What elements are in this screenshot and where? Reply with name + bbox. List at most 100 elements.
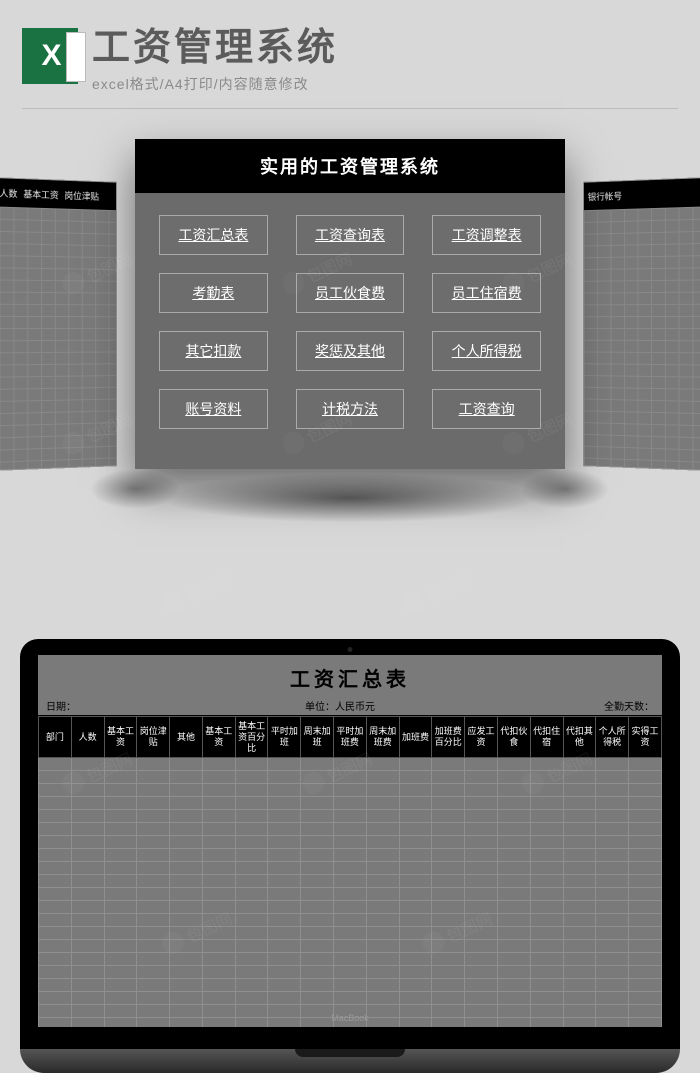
table-col-header: 基本工资百分比 <box>235 717 268 758</box>
table-cell <box>530 940 563 953</box>
menu-btn-taxmethod[interactable]: 计税方法 <box>296 389 405 429</box>
table-cell <box>104 940 137 953</box>
menu-btn-account[interactable]: 账号资料 <box>159 389 268 429</box>
table-cell <box>104 901 137 914</box>
menu-btn-deduction[interactable]: 其它扣款 <box>159 331 268 371</box>
table-cell <box>563 771 596 784</box>
table-row <box>39 888 662 901</box>
menu-btn-adjust[interactable]: 工资调整表 <box>432 215 541 255</box>
table-cell <box>563 823 596 836</box>
table-cell <box>563 992 596 1005</box>
excel-icon: X <box>22 28 78 84</box>
table-cell <box>334 771 367 784</box>
table-cell <box>432 1005 465 1018</box>
table-col-header: 基本工资 <box>104 717 137 758</box>
table-cell <box>497 849 530 862</box>
table-cell <box>399 797 432 810</box>
table-cell <box>366 758 399 771</box>
table-cell <box>596 1018 629 1027</box>
menu-btn-bonus[interactable]: 奖惩及其他 <box>296 331 405 371</box>
table-cell <box>334 823 367 836</box>
table-cell <box>235 810 268 823</box>
table-cell <box>104 1018 137 1027</box>
table-body <box>39 758 662 1027</box>
table-cell <box>104 953 137 966</box>
table-cell <box>170 797 203 810</box>
table-cell <box>39 823 72 836</box>
table-cell <box>170 784 203 797</box>
table-cell <box>39 1005 72 1018</box>
table-cell <box>268 1018 301 1027</box>
table-cell <box>497 927 530 940</box>
table-cell <box>202 849 235 862</box>
right-sheet-grid <box>584 206 700 471</box>
table-cell <box>104 784 137 797</box>
table-col-header: 平时加班费 <box>334 717 367 758</box>
table-cell <box>301 914 334 927</box>
table-cell <box>137 914 170 927</box>
table-title: 工资汇总表 <box>38 655 662 696</box>
table-cell <box>366 849 399 862</box>
table-cell <box>432 927 465 940</box>
table-cell <box>497 1018 530 1027</box>
menu-btn-lodging[interactable]: 员工住宿费 <box>432 273 541 313</box>
menu-btn-summary[interactable]: 工资汇总表 <box>159 215 268 255</box>
table-cell <box>170 875 203 888</box>
table-cell <box>170 823 203 836</box>
table-col-header: 部门 <box>39 717 72 758</box>
table-cell <box>39 979 72 992</box>
table-cell <box>432 953 465 966</box>
table-cell <box>202 901 235 914</box>
table-cell <box>596 1005 629 1018</box>
table-cell <box>432 940 465 953</box>
table-cell <box>530 914 563 927</box>
table-cell <box>137 940 170 953</box>
table-cell <box>366 901 399 914</box>
menu-btn-tax[interactable]: 个人所得税 <box>432 331 541 371</box>
menu-btn-attendance[interactable]: 考勤表 <box>159 273 268 313</box>
table-cell <box>399 836 432 849</box>
table-meta-row: 日期： 单位：人民币元 全勤天数： <box>38 696 662 716</box>
table-cell <box>465 888 498 901</box>
table-cell <box>137 927 170 940</box>
table-cell <box>137 992 170 1005</box>
table-cell <box>39 836 72 849</box>
table-cell <box>334 784 367 797</box>
table-cell <box>104 823 137 836</box>
table-cell <box>301 849 334 862</box>
table-cell <box>39 771 72 784</box>
table-cell <box>301 862 334 875</box>
table-row <box>39 914 662 927</box>
table-cell <box>366 914 399 927</box>
table-cell <box>366 927 399 940</box>
table-row <box>39 966 662 979</box>
laptop-brand-label: MacBook <box>331 1013 369 1023</box>
table-cell <box>334 914 367 927</box>
table-cell <box>137 901 170 914</box>
table-cell <box>530 875 563 888</box>
menu-btn-meal[interactable]: 员工伙食费 <box>296 273 405 313</box>
table-cell <box>596 888 629 901</box>
table-cell <box>170 940 203 953</box>
table-cell <box>202 992 235 1005</box>
table-cell <box>432 810 465 823</box>
table-cell <box>465 797 498 810</box>
table-cell <box>202 888 235 901</box>
table-cell <box>530 771 563 784</box>
table-cell <box>39 901 72 914</box>
menu-btn-salaryquery[interactable]: 工资查询 <box>432 389 541 429</box>
table-cell <box>629 914 662 927</box>
table-cell <box>530 836 563 849</box>
table-cell <box>268 914 301 927</box>
table-cell <box>170 966 203 979</box>
table-cell <box>71 979 104 992</box>
table-cell <box>170 914 203 927</box>
table-cell <box>530 849 563 862</box>
table-cell <box>465 1005 498 1018</box>
table-cell <box>596 953 629 966</box>
table-cell <box>334 810 367 823</box>
table-cell <box>465 940 498 953</box>
table-cell <box>268 953 301 966</box>
menu-btn-query[interactable]: 工资查询表 <box>296 215 405 255</box>
table-cell <box>366 953 399 966</box>
